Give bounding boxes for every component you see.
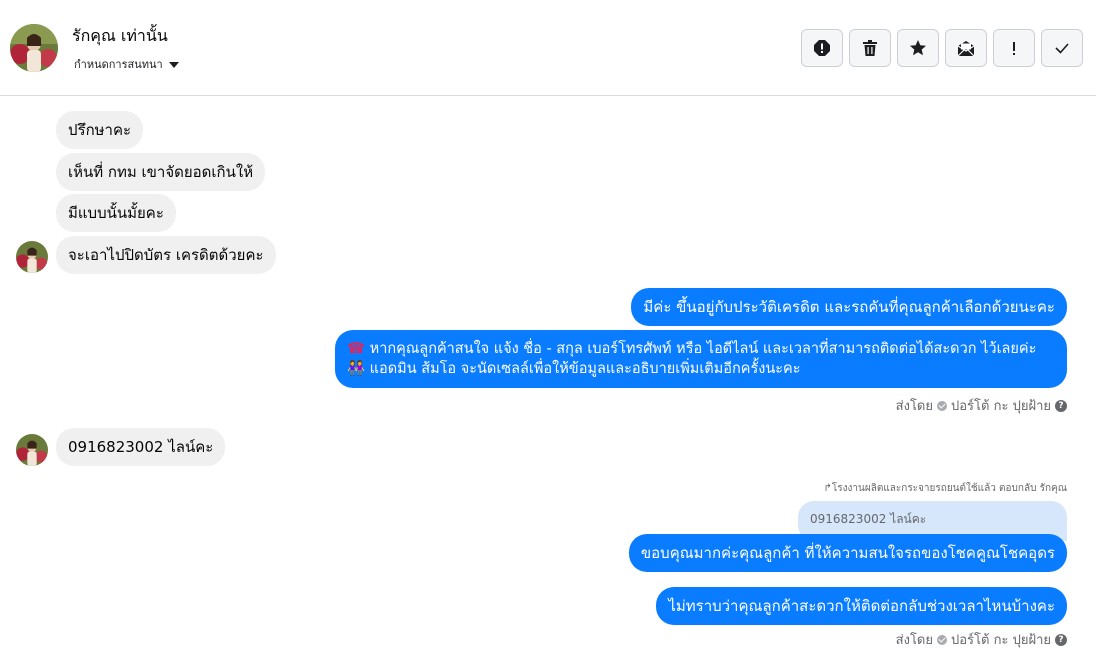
contact-avatar-small[interactable] — [16, 434, 48, 466]
two-women-emoji-icon: 👭 — [347, 361, 366, 377]
verified-check-icon — [937, 400, 947, 411]
star-button[interactable] — [897, 29, 939, 67]
follow-up-button[interactable] — [993, 29, 1035, 67]
assign-conversation-dropdown[interactable]: กำหนดการสนทนา — [74, 55, 179, 73]
trash-icon — [863, 40, 877, 56]
message-incoming[interactable]: เห็นที่ กทม เขาจัดยอดเกินให้ — [56, 153, 266, 191]
alert-octagon-icon — [814, 40, 830, 56]
message-line: 👭 แอดมิน ส้มโอ จะนัดเซลล์เพื่อให้ข้อมูลแ… — [347, 361, 801, 377]
contact-avatar-small[interactable] — [16, 241, 48, 273]
contact-avatar[interactable] — [10, 24, 58, 72]
check-icon — [1055, 43, 1069, 54]
spam-button[interactable] — [801, 29, 843, 67]
verified-check-icon — [937, 634, 947, 645]
caret-down-icon — [168, 61, 179, 68]
reply-note: ↱โรงงานผลิตและกระจายรถยนต์ใช้แล้ว ตอบกลั… — [823, 483, 1067, 494]
message-outgoing[interactable]: ขอบคุณมากค่ะคุณลูกค้า ที่ให้ความสนใจรถขอ… — [628, 534, 1067, 572]
help-icon[interactable]: ? — [1055, 633, 1067, 646]
message-outgoing[interactable]: ☎ หากคุณลูกค้าสนใจ แจ้ง ชื่อ - สกุล เบอร… — [335, 330, 1067, 388]
message-line: ☎ หากคุณลูกค้าสนใจ แจ้ง ชื่อ - สกุล เบอร… — [347, 341, 1037, 357]
sent-by-label: ส่งโดย ปอร์โต้ กะ ปุยฝ้าย ? — [896, 395, 1067, 416]
done-button[interactable] — [1041, 29, 1083, 67]
message-incoming[interactable]: มีแบบนั้นมั้ยคะ — [56, 194, 176, 232]
message-outgoing[interactable]: ไม่ทราบว่าคุณลูกค้าสะดวกให้ติดต่อกลับช่ว… — [656, 587, 1067, 625]
assign-label: กำหนดการสนทนา — [74, 58, 163, 71]
contact-name[interactable]: รักคุณ เท่านั้น — [72, 24, 168, 49]
conversation-toolbar — [801, 29, 1083, 67]
message-incoming[interactable]: ปรึกษาคะ — [56, 111, 144, 149]
delete-button[interactable] — [849, 29, 891, 67]
telephone-emoji-icon: ☎ — [347, 341, 366, 357]
envelope-open-icon — [957, 41, 975, 57]
exclamation-icon — [1013, 42, 1015, 55]
conversation-header: รักคุณ เท่านั้น กำหนดการสนทนา — [0, 0, 1096, 96]
message-outgoing[interactable]: มีค่ะ ขึ้นอยู่กับประวัติเครดิต และรถคันท… — [631, 288, 1067, 326]
mark-unread-button[interactable] — [945, 29, 987, 67]
star-icon — [910, 40, 926, 56]
sent-by-label: ส่งโดย ปอร์โต้ กะ ปุยฝ้าย ? — [896, 629, 1067, 650]
reply-arrow-icon: ↱ — [823, 483, 832, 494]
help-icon[interactable]: ? — [1055, 399, 1067, 412]
message-incoming[interactable]: 0916823002 ไลน์คะ — [56, 428, 226, 466]
message-incoming[interactable]: จะเอาไปปิดบัตร เครดิตด้วยคะ — [56, 236, 276, 274]
